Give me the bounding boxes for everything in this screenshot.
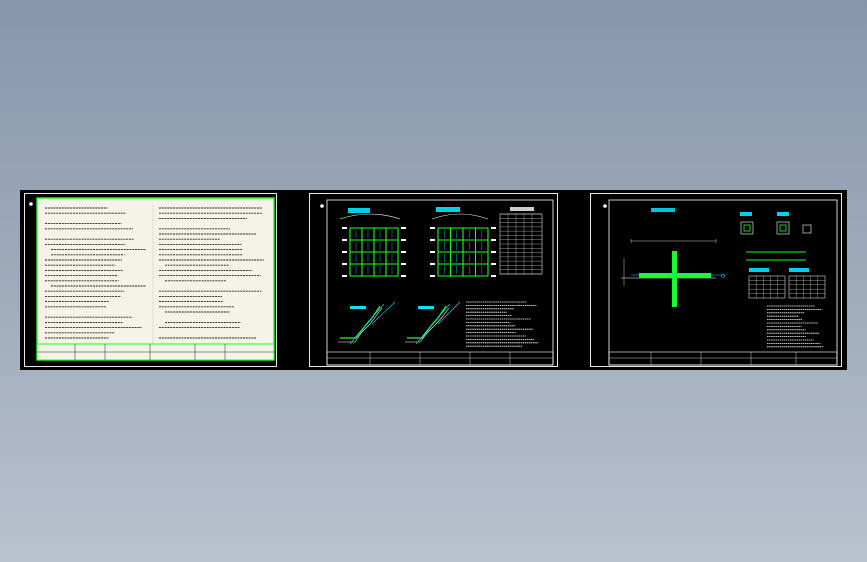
drawing-preview-strip bbox=[20, 190, 847, 370]
section-c-box bbox=[802, 224, 812, 234]
text-frame bbox=[36, 197, 275, 361]
sheet-marker-icon bbox=[320, 204, 324, 208]
sheet-marker-icon bbox=[603, 204, 607, 208]
rebar-schedule-table bbox=[499, 213, 543, 275]
sheet-2-reinforcement-plans[interactable] bbox=[309, 193, 558, 367]
material-table-2 bbox=[788, 275, 826, 299]
plan-title-1 bbox=[348, 208, 370, 213]
section-detail-1 bbox=[338, 301, 396, 345]
title-block bbox=[326, 351, 554, 366]
general-notes bbox=[767, 305, 824, 348]
sheet-marker-icon bbox=[29, 202, 33, 206]
reinforcement-plan-2 bbox=[430, 227, 496, 277]
reinforcement-plan-1 bbox=[342, 227, 406, 277]
title-block bbox=[608, 351, 838, 366]
section-b-box bbox=[776, 221, 790, 235]
detail-title bbox=[651, 208, 675, 212]
material-table-1 bbox=[748, 275, 786, 299]
general-notes bbox=[466, 301, 539, 347]
sheet-3-joint-detail[interactable] bbox=[590, 193, 842, 367]
sheet-1-drawing bbox=[29, 197, 275, 361]
plan-title-2 bbox=[436, 207, 460, 212]
section-a-box bbox=[740, 221, 754, 235]
column-bar-vertical bbox=[672, 251, 677, 307]
sheet-2-drawing bbox=[320, 199, 554, 366]
sheet-1-specification-text[interactable] bbox=[24, 193, 277, 367]
sheet-3-drawing bbox=[603, 199, 838, 366]
